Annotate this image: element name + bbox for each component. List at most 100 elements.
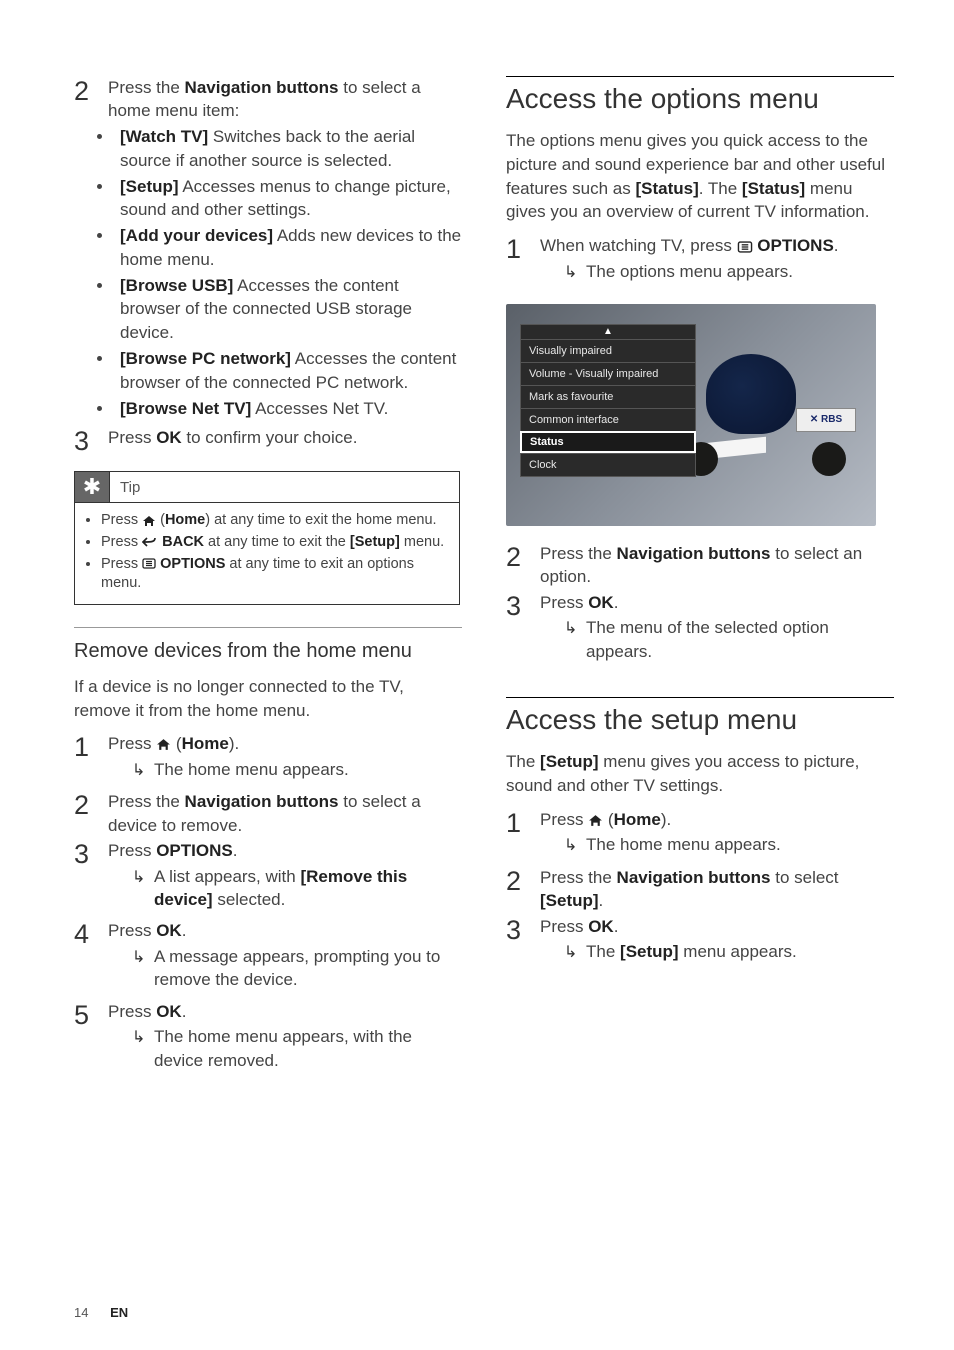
remove-step-4: 4 Press OK. ↳A message appears, promptin… [74, 919, 462, 997]
bold: [Status] [742, 179, 805, 198]
result-text: The menu of the selected option appears. [586, 616, 894, 663]
list-item: [Browse USB] Accesses the content browse… [114, 274, 462, 345]
wheel [812, 442, 846, 476]
text: RBS [821, 414, 842, 425]
result-arrow-icon: ↳ [564, 833, 586, 857]
text: to confirm your choice. [182, 428, 358, 447]
text: ). [229, 734, 239, 753]
list-item: [Add your devices] Adds new devices to t… [114, 224, 462, 272]
options-intro: The options menu gives you quick access … [506, 129, 894, 224]
text: menu appears. [679, 942, 797, 961]
bold: Home [182, 734, 229, 753]
bold: OPTIONS [757, 236, 834, 255]
tip-box: ✱ Tip Press (Home) at any time to exit t… [74, 471, 460, 604]
step-number: 3 [506, 915, 540, 944]
menu-item: Mark as favourite [520, 385, 696, 408]
bold: [Setup] [540, 891, 599, 910]
bold: OK [156, 921, 182, 940]
bold: OK [588, 593, 614, 612]
options-heading: Access the options menu [506, 76, 894, 115]
step-number: 2 [74, 76, 108, 105]
options-icon [737, 241, 753, 253]
tip-title: Tip [110, 479, 140, 496]
menu-item-selected: Status [520, 431, 696, 453]
step-text: Press OPTIONS. ↳A list appears, with [Re… [108, 839, 462, 917]
menu-item: Common interface [520, 408, 696, 431]
step-text: Press OK. ↳A message appears, prompting … [108, 919, 462, 997]
step-number: 1 [506, 234, 540, 263]
footer: 14 EN [74, 1305, 128, 1320]
step-text: Press (Home). ↳The home menu appears. [540, 808, 894, 864]
bold: [Setup] [120, 177, 179, 196]
text: . [182, 1002, 187, 1021]
text: Press [101, 534, 142, 550]
text: . [182, 921, 187, 940]
result-arrow-icon: ↳ [564, 260, 586, 284]
remove-heading: Remove devices from the home menu [74, 627, 462, 663]
result-text: A list appears, with [Remove this device… [154, 865, 462, 912]
right-column: Access the options menu The options menu… [506, 76, 894, 1080]
page: 2 Press the Navigation buttons to select… [0, 0, 954, 1110]
step-number: 3 [74, 839, 108, 868]
bold: OPTIONS [156, 841, 233, 860]
decor: ✕ RBS [686, 344, 866, 484]
result-arrow-icon: ↳ [564, 940, 586, 964]
remove-step-2: 2 Press the Navigation buttons to select… [74, 790, 462, 837]
setup-step-2: 2 Press the Navigation buttons to select… [506, 866, 894, 913]
step-2: 2 Press the Navigation buttons to select… [74, 76, 462, 123]
remove-step-3: 3 Press OPTIONS. ↳A list appears, with [… [74, 839, 462, 917]
bold: Navigation buttons [617, 544, 771, 563]
result-arrow-icon: ↳ [132, 865, 154, 889]
list-item: [Browse Net TV] Accesses Net TV. [114, 397, 462, 421]
list-item: [Browse PC network] Accesses the content… [114, 347, 462, 395]
text: A list appears, with [154, 867, 300, 886]
step-text: Press the Navigation buttons to select a… [108, 790, 462, 837]
step-number: 5 [74, 1000, 108, 1029]
bold: BACK [162, 534, 204, 550]
step-text: Press the Navigation buttons to select [… [540, 866, 894, 913]
text: . [614, 593, 619, 612]
bold: OK [156, 1002, 182, 1021]
text: menu. [400, 534, 444, 550]
setup-step-3: 3 Press OK. ↳The [Setup] menu appears. [506, 915, 894, 971]
text: . The [699, 179, 742, 198]
result-text: The options menu appears. [586, 260, 894, 283]
step-text: Press OK. ↳The menu of the selected opti… [540, 591, 894, 669]
text: Press the [108, 78, 185, 97]
footer-lang: EN [110, 1305, 128, 1320]
left-column: 2 Press the Navigation buttons to select… [74, 76, 462, 1080]
text: Press [108, 921, 156, 940]
result: ↳The home menu appears. [540, 833, 894, 857]
bold: [Browse PC network] [120, 349, 291, 368]
text: Press [108, 734, 156, 753]
result: ↳The [Setup] menu appears. [540, 940, 894, 964]
text: Press the [540, 868, 617, 887]
list-item: [Watch TV] Switches back to the aerial s… [114, 125, 462, 173]
text: at any time to exit the [204, 534, 350, 550]
text: Press [540, 593, 588, 612]
result-text: The home menu appears, with the device r… [154, 1025, 462, 1072]
back-icon [142, 537, 158, 548]
step-text: Press OK. ↳The [Setup] menu appears. [540, 915, 894, 971]
result-arrow-icon: ↳ [132, 945, 154, 969]
text: Press [101, 512, 142, 528]
menu-up-arrow-icon: ▲ [520, 324, 696, 339]
result: ↳A list appears, with [Remove this devic… [108, 865, 462, 912]
text: Press [540, 917, 588, 936]
bold: [Add your devices] [120, 226, 273, 245]
text: . [834, 236, 839, 255]
tip-icon: ✱ [75, 472, 110, 502]
step-text: Press the Navigation buttons to select a… [540, 542, 894, 589]
menu-item: Clock [520, 453, 696, 477]
text: . [233, 841, 238, 860]
bold: [Setup] [350, 534, 400, 550]
result: ↳A message appears, prompting you to rem… [108, 945, 462, 992]
car-graphic: ✕ RBS [676, 414, 866, 474]
step-number: 2 [506, 866, 540, 895]
bold: [Browse USB] [120, 276, 233, 295]
remove-intro: If a device is no longer connected to th… [74, 675, 462, 723]
bold: Home [165, 512, 205, 528]
step-text: When watching TV, press OPTIONS. ↳The op… [540, 234, 894, 290]
result-text: The home menu appears. [154, 758, 462, 781]
bold: Navigation buttons [185, 78, 339, 97]
